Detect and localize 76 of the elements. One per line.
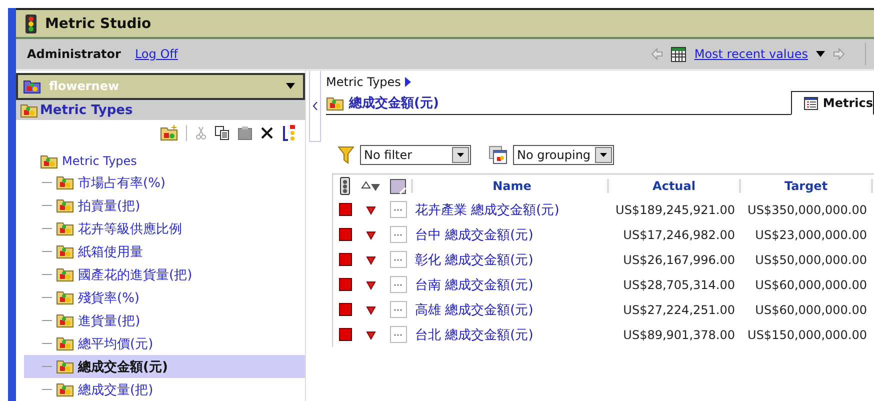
log-off-link[interactable]: Log Off: [134, 47, 178, 61]
section-title: Metric Types: [40, 102, 133, 118]
caret-icon[interactable]: [816, 51, 825, 57]
scorecard-icon: [23, 78, 41, 94]
tree-item[interactable]: 總成交金額(元): [24, 355, 305, 378]
column-header[interactable]: Name: [411, 179, 609, 193]
paste-icon[interactable]: [238, 126, 253, 140]
table-cell-text: US$189,245,921.00: [614, 202, 736, 216]
tree-item[interactable]: Metric Types: [62, 154, 137, 168]
folder-icon: [56, 175, 74, 190]
tree-item[interactable]: 紙箱使用量: [24, 240, 305, 264]
table-cell-text: US$89,901,378.00: [622, 328, 736, 342]
filter-dropdown[interactable]: No filter: [360, 145, 471, 165]
trend-column-icon[interactable]: [361, 180, 381, 192]
caret-icon[interactable]: [600, 153, 607, 157]
copy-icon[interactable]: [215, 126, 230, 140]
tree-item[interactable]: 國產花的進貨量(把): [24, 263, 305, 286]
collapse-handle[interactable]: [309, 71, 321, 142]
tree-item[interactable]: 總成交量(把): [24, 378, 305, 401]
chevron-left-icon[interactable]: [312, 102, 318, 110]
calendar-icon[interactable]: [671, 46, 686, 62]
table-cell-text: US$28,705,314.00: [622, 278, 736, 292]
window-title: Metric Studio: [45, 16, 152, 32]
metric-name-link[interactable]: 台北 總成交金額(元): [415, 328, 534, 342]
tree-item[interactable]: 市場占有率(%): [24, 171, 305, 194]
tree-item[interactable]: 進貨量(把): [24, 309, 305, 332]
page-title: 總成交金額(元): [349, 94, 439, 112]
table-cell-text: US$17,246,982.00: [622, 228, 736, 242]
folder-icon: [56, 313, 74, 328]
folder-icon: [56, 336, 74, 352]
column-header[interactable]: Actual: [609, 179, 741, 193]
metrics-tab[interactable]: Metrics: [790, 91, 874, 115]
metric-name-link[interactable]: 高雄 總成交金額(元): [415, 302, 534, 318]
folder-icon: [56, 221, 74, 236]
caret-icon[interactable]: [457, 153, 464, 157]
table-cell-text: US$60,000,000.00: [754, 278, 868, 292]
caret-icon: [286, 83, 295, 90]
grouping-dropdown[interactable]: No grouping: [513, 145, 614, 165]
status-column-icon[interactable]: [340, 177, 350, 195]
folder-icon: [56, 198, 74, 214]
reorder-icon[interactable]: [281, 124, 297, 142]
tree-item[interactable]: 花卉等級供應比例: [24, 217, 305, 240]
table-cell-text: US$150,000,000.00: [746, 328, 868, 342]
tree-item[interactable]: 殘貨率(%): [24, 286, 305, 310]
period-link[interactable]: Most recent values: [694, 47, 808, 61]
table-cell-text: US$60,000,000.00: [754, 302, 868, 316]
metric-name-link[interactable]: 彰化 總成交金額(元): [415, 252, 534, 268]
caret-right-icon: [404, 77, 411, 87]
traffic-light-icon: [25, 14, 37, 34]
metric-name-link[interactable]: 花卉產業 總成交金額(元): [415, 202, 560, 218]
new-folder-icon[interactable]: [160, 124, 178, 141]
breadcrumb-link[interactable]: Metric Types: [326, 75, 401, 89]
folder-icon: [326, 96, 344, 110]
list-icon: [804, 96, 818, 110]
tree-item[interactable]: 總平均價(元): [24, 332, 305, 356]
folder-icon: [56, 359, 74, 374]
filter-icon[interactable]: [338, 146, 354, 164]
user-name: Administrator: [27, 47, 121, 61]
table-cell-text: US$350,000,000.00: [746, 202, 868, 216]
table-cell-text: US$27,224,251.00: [622, 302, 736, 316]
column-header[interactable]: Target: [741, 179, 873, 193]
table-cell-text: US$23,000,000.00: [754, 228, 868, 242]
tree-item[interactable]: 拍賣量(把): [24, 194, 305, 218]
folder-icon: [56, 267, 74, 282]
notes-column-icon[interactable]: [390, 178, 406, 194]
table-cell-text: US$50,000,000.00: [754, 252, 868, 266]
delete-icon[interactable]: [261, 126, 273, 139]
metric-name-link[interactable]: 台南 總成交金額(元): [415, 278, 534, 292]
table-cell-text: US$26,167,996.00: [622, 252, 736, 266]
grouping-icon[interactable]: [489, 146, 507, 164]
folder-icon: [20, 102, 38, 118]
folder-icon: [56, 382, 74, 398]
folder-icon: [56, 244, 74, 260]
metric-name-link[interactable]: 台中 總成交金額(元): [415, 228, 534, 242]
folder-icon: [56, 290, 74, 306]
folder-icon: [40, 154, 58, 169]
